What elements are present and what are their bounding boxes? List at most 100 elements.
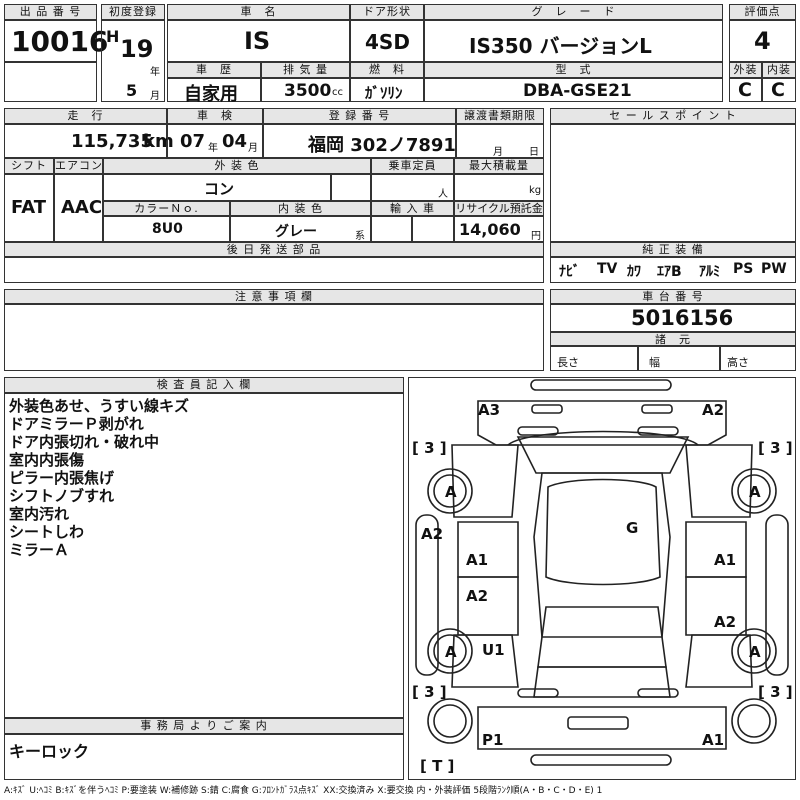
length-cell: 長さ xyxy=(550,346,638,371)
car-name: IS xyxy=(244,27,271,55)
length-label: 長さ xyxy=(557,356,579,369)
interior-score-header: 内装 xyxy=(762,62,796,78)
mark-wheel-left-front: A xyxy=(445,483,457,501)
recycle-unit: 円 xyxy=(531,231,541,242)
mark-wheel-right-rear: A xyxy=(749,643,761,661)
first-reg-cell: H 19 年 5 月 xyxy=(101,20,165,102)
import-cell-b xyxy=(412,216,454,242)
mark-a2-left: A2 xyxy=(421,525,443,543)
model-header: 型 式 xyxy=(424,62,723,78)
int-color: グレー xyxy=(275,224,317,240)
mileage-cell: 115,735 km xyxy=(4,124,174,158)
grille-outline-right xyxy=(641,404,673,414)
year-unit: 年 xyxy=(150,67,160,78)
int-color-cell: グレー 系 xyxy=(230,216,371,242)
taillight-left xyxy=(517,688,559,698)
office-note-box: キーロック xyxy=(4,734,404,780)
width-label: 幅 xyxy=(649,356,660,369)
max-load-unit: kg xyxy=(529,185,542,196)
mileage: 115,735 xyxy=(71,131,153,152)
import-header: 輸 入 車 xyxy=(371,201,454,216)
ext-color: コン xyxy=(204,180,235,198)
later-parts-cell xyxy=(4,257,544,283)
score: 4 xyxy=(754,27,771,55)
left-rear-door-outline xyxy=(457,576,519,636)
equipment-ps: PS xyxy=(733,261,754,277)
registration-cell: 福岡 302ノ7891 xyxy=(263,124,456,158)
car-name-header: 車 名 xyxy=(167,4,350,20)
grade: IS350 バージョンL xyxy=(469,34,652,58)
first-reg-year: 19 xyxy=(120,35,154,63)
model-code: DBA-GSE21 xyxy=(523,81,632,101)
inspection-year-unit: 年 xyxy=(208,143,218,154)
displacement-unit: cc xyxy=(332,87,343,98)
height-label: 高さ xyxy=(727,356,749,369)
chassis-header: 車 台 番 号 xyxy=(550,289,796,304)
recycle-fee: 14,060 xyxy=(459,220,521,239)
genuine-equipment-header: 純 正 装 備 xyxy=(550,242,796,257)
history: 自家用 xyxy=(184,84,238,105)
recycle-header: リサイクル預託金 xyxy=(454,201,544,216)
exterior-score-cell: C xyxy=(729,78,762,102)
mark-tire-right-front: [ 3 ] xyxy=(758,439,793,457)
inspection-month-unit: 月 xyxy=(248,143,258,154)
fuel-cell: ｶﾞｿﾘﾝ xyxy=(350,78,424,102)
width-cell: 幅 xyxy=(638,346,720,371)
height-cell: 高さ xyxy=(720,346,796,371)
legend: A:ｷｽﾞ U:ﾍｺﾐ B:ｷｽﾞを伴うﾍｺﾐ P:要塗装 W:補修跡 S:錆 … xyxy=(4,786,603,796)
transfer-deadline-header: 譲渡書類期限 xyxy=(456,108,544,124)
history-cell: 自家用 xyxy=(167,78,261,105)
notes-header: 注 意 事 項 欄 xyxy=(4,289,544,304)
mark-tire-left-rear: [ 3 ] xyxy=(412,683,447,701)
chassis-cell: 5016156 xyxy=(550,304,796,332)
notes-cell xyxy=(4,304,544,371)
chassis-number: 5016156 xyxy=(631,306,734,330)
mark-spare: [ T ] xyxy=(420,757,454,775)
dims-header: 諸 元 xyxy=(550,332,796,346)
trunk-outline xyxy=(533,666,671,698)
mark-a1-right: A1 xyxy=(714,551,736,569)
office-note: キーロック xyxy=(9,742,90,761)
inspector-note: ミラーＡ xyxy=(9,541,70,559)
history-header: 車 歴 xyxy=(167,62,261,78)
color-no: 8U0 xyxy=(152,221,183,237)
registration-header: 登 録 番 号 xyxy=(263,108,456,124)
mark-u1: U1 xyxy=(482,641,505,659)
inspection-month: 04 xyxy=(222,131,248,152)
int-color-unit: 系 xyxy=(355,231,365,242)
mark-a2-top-right: A2 xyxy=(702,401,724,419)
recycle-cell: 14,060 円 xyxy=(454,216,544,242)
equipment-alloy: ｱﾙﾐ xyxy=(699,264,720,280)
inspector-notes-box: 外装色あせ、うすい線キズ ドアミラーＰ剥がれ ドア内張切れ・破れ中 室内内張傷 … xyxy=(4,393,404,718)
interior-score-cell: C xyxy=(762,78,796,102)
cabin-outline xyxy=(533,472,671,638)
transfer-month-unit: 月 xyxy=(493,147,503,158)
door-type-header: ドア形状 xyxy=(350,4,424,20)
int-color-header: 内 装 色 xyxy=(230,201,371,216)
registration-number: 福岡 302ノ7891 xyxy=(308,135,456,156)
import-cell-a xyxy=(371,216,412,242)
genuine-equipment-cell: ﾅﾋﾞ TV ｶﾜ ｴｱB ｱﾙﾐ PS PW xyxy=(550,257,796,283)
mark-a1-left: A1 xyxy=(466,551,488,569)
inspector-header: 検 査 員 記 入 欄 xyxy=(4,377,404,393)
mark-wheel-left-rear: A xyxy=(445,643,457,661)
ext-color-cell: コン xyxy=(103,174,331,201)
displacement-header: 排 気 量 xyxy=(261,62,350,78)
lot-number: 10016 xyxy=(11,25,109,58)
sales-point-header: セ ー ル ス ポ イ ン ト xyxy=(550,108,796,124)
office-header: 事 務 局 よ り ご 案 内 xyxy=(4,718,404,734)
rear-body-outline xyxy=(477,706,727,750)
max-load-header: 最大積載量 xyxy=(454,158,544,174)
rear-plate-outline xyxy=(567,716,629,730)
transfer-day-unit: 日 xyxy=(529,147,539,158)
first-reg-header: 初度登録 xyxy=(101,4,165,20)
shift: FAT xyxy=(11,197,47,218)
model-cell: DBA-GSE21 xyxy=(424,78,723,102)
mark-tire-left-front: [ 3 ] xyxy=(412,439,447,457)
mark-a1-rear: A1 xyxy=(702,731,724,749)
aircon: AAC xyxy=(61,197,103,218)
inspection-header: 車 検 xyxy=(167,108,263,124)
displacement-cell: 3500 cc xyxy=(261,78,350,102)
max-load-cell: kg xyxy=(454,174,544,201)
front-body-outline xyxy=(477,400,727,446)
